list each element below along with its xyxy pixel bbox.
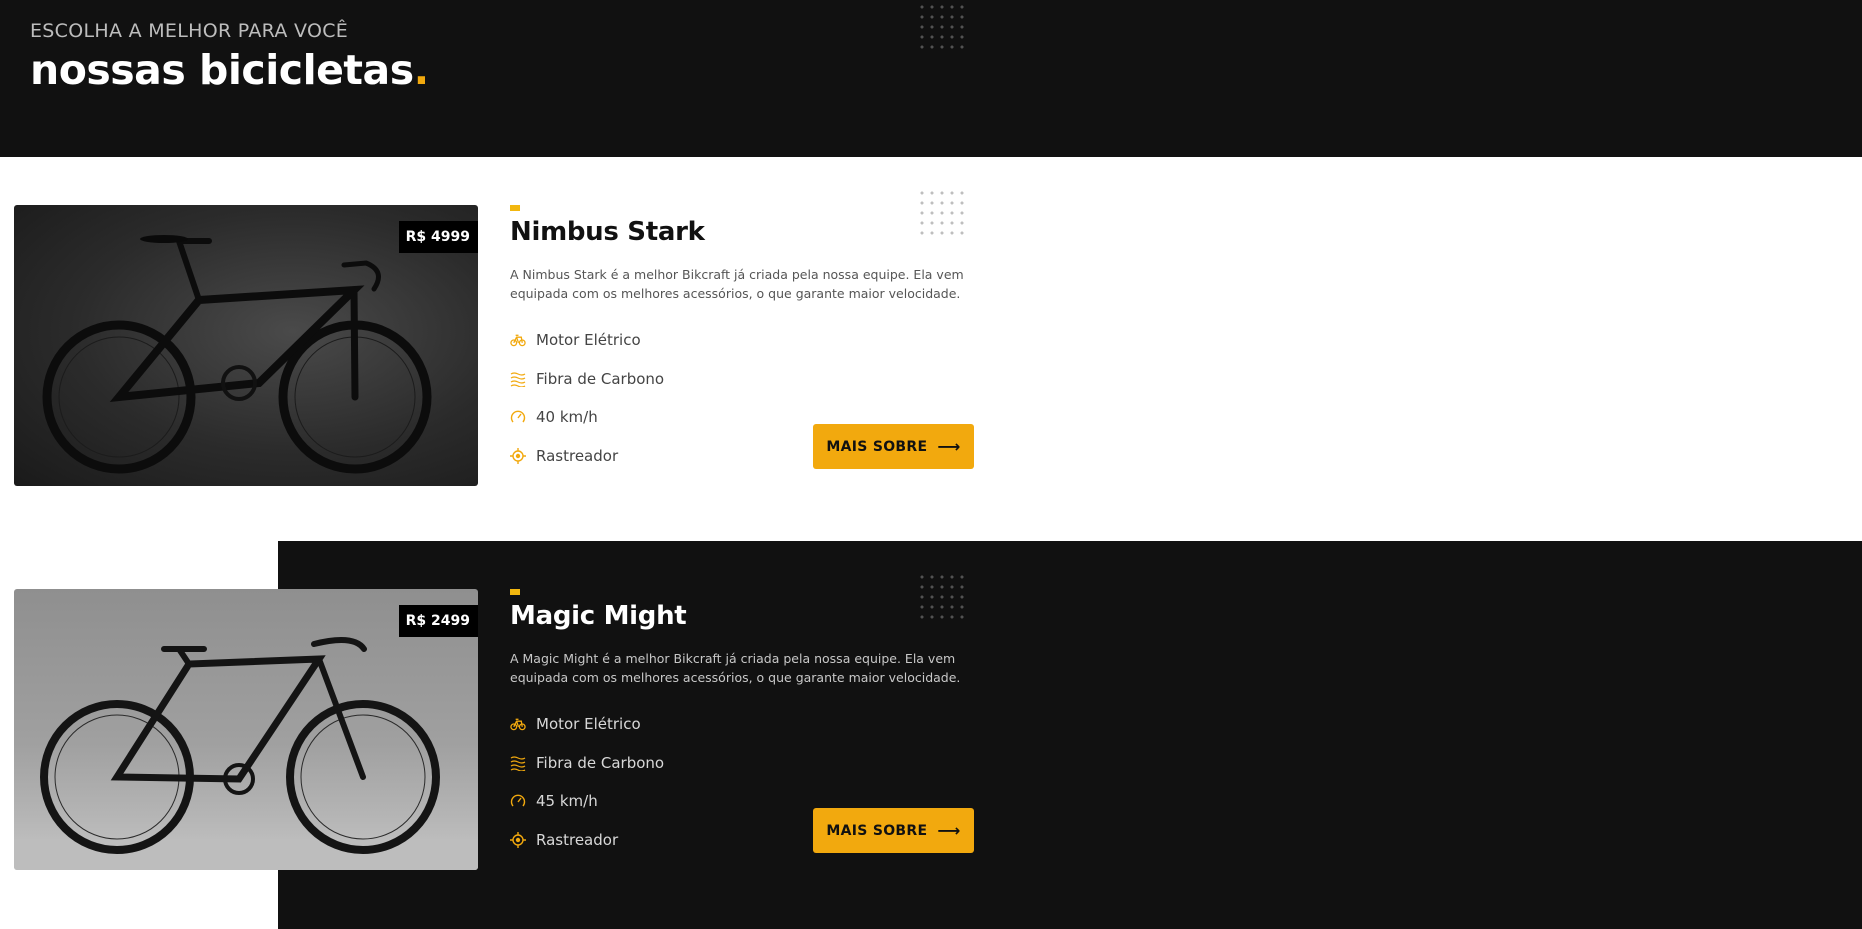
accent-bar	[510, 205, 520, 211]
button-label: MAIS SOBRE	[826, 822, 928, 839]
electric-bike-icon	[510, 716, 526, 732]
dots-pattern-decoration	[917, 572, 965, 620]
carbon-waves-icon	[510, 755, 526, 771]
electric-bike-icon	[510, 332, 526, 348]
product-image: R$ 4999	[14, 205, 478, 486]
dots-pattern-decoration	[917, 188, 965, 236]
feature-label: Rastreador	[536, 446, 619, 465]
product-image: R$ 2499	[14, 589, 478, 870]
feature-label: Fibra de Carbono	[536, 753, 665, 772]
feature-label: Motor Elétrico	[536, 331, 641, 350]
feature-list: Motor Elétrico Fibra de Carbono 45 km/h …	[510, 705, 664, 859]
accent-bar	[510, 589, 520, 595]
product-name: Magic Might	[510, 601, 687, 631]
arrow-right-icon: ⟶	[937, 437, 961, 456]
feature-label: Fibra de Carbono	[536, 369, 665, 388]
feature-label: Motor Elétrico	[536, 715, 641, 734]
section-eyebrow: ESCOLHA A MELHOR PARA VOCÊ	[30, 20, 349, 42]
section-title-text: nossas bicicletas	[30, 46, 414, 94]
tracker-icon	[510, 831, 526, 848]
product-name: Nimbus Stark	[510, 217, 705, 247]
feature-item: Rastreador	[510, 437, 664, 476]
mais-sobre-button[interactable]: MAIS SOBRE ⟶	[813, 808, 974, 853]
carbon-waves-icon	[510, 371, 526, 387]
feature-item: Motor Elétrico	[510, 705, 664, 744]
feature-item: 40 km/h	[510, 398, 664, 437]
tracker-icon	[510, 447, 526, 464]
price-tag: R$ 2499	[398, 605, 478, 637]
feature-label: 45 km/h	[536, 792, 598, 811]
button-label: MAIS SOBRE	[826, 438, 928, 455]
speedometer-icon	[510, 793, 526, 809]
section-header: ESCOLHA A MELHOR PARA VOCÊ nossas bicicl…	[0, 0, 1862, 157]
feature-item: Rastreador	[510, 821, 664, 860]
speedometer-icon	[510, 409, 526, 425]
price-tag: R$ 4999	[398, 221, 478, 253]
title-accent-dot: .	[413, 46, 430, 94]
mais-sobre-button[interactable]: MAIS SOBRE ⟶	[813, 424, 974, 469]
feature-item: Fibra de Carbono	[510, 744, 664, 783]
feature-label: 40 km/h	[536, 408, 598, 427]
product-description: A Magic Might é a melhor Bikcraft já cri…	[510, 651, 961, 685]
section-title: nossas bicicletas.	[30, 46, 429, 94]
feature-label: Rastreador	[536, 830, 619, 849]
arrow-right-icon: ⟶	[937, 821, 961, 840]
feature-item: 45 km/h	[510, 782, 664, 821]
feature-item: Motor Elétrico	[510, 321, 664, 360]
feature-item: Fibra de Carbono	[510, 360, 664, 399]
feature-list: Motor Elétrico Fibra de Carbono 40 km/h …	[510, 321, 664, 475]
product-description: A Nimbus Stark é a melhor Bikcraft já cr…	[510, 267, 964, 301]
dots-pattern-decoration	[917, 2, 965, 50]
